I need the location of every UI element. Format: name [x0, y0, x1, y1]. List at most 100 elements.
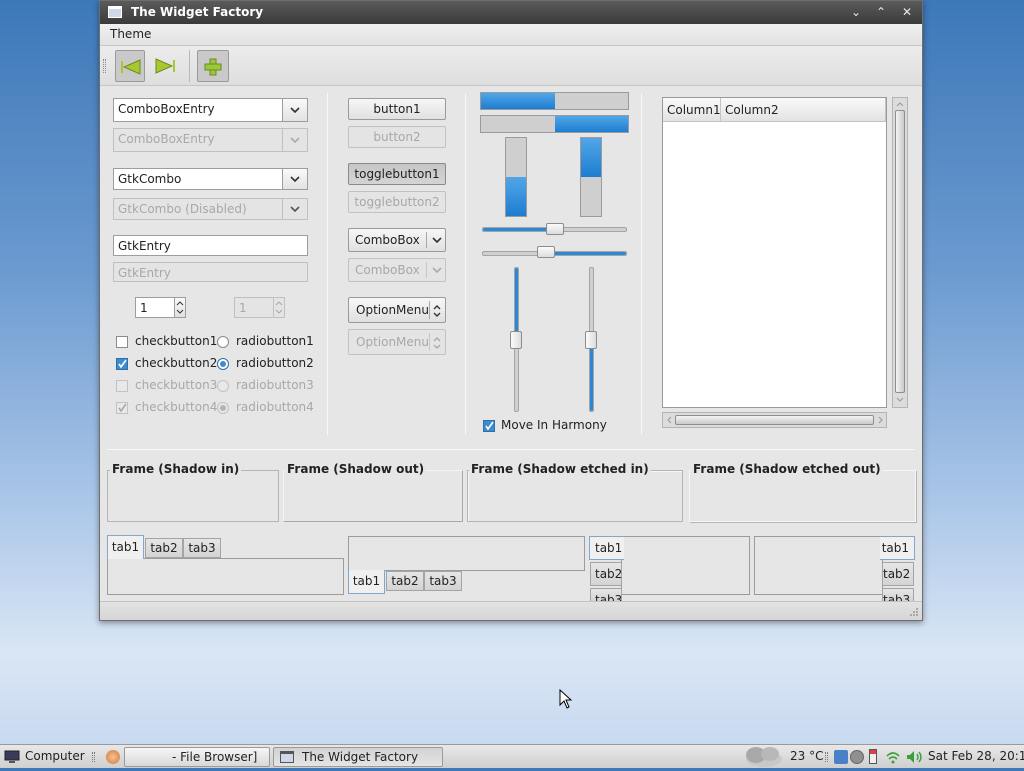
notebook-right-tab2[interactable]: tab2: [882, 562, 914, 586]
file-browser-label: - File Browser]: [172, 750, 258, 764]
progressbar-fill: [554, 116, 628, 132]
minimize-icon[interactable]: ⌄: [847, 4, 865, 21]
comboboxentry-input[interactable]: ComboBoxEntry: [113, 98, 283, 122]
forward-button[interactable]: [150, 50, 180, 82]
title-bar[interactable]: The Widget Factory ⌄ ⌃ ✕: [100, 1, 922, 24]
progressbar-horizontal-1: [480, 92, 629, 110]
radiobutton2-label[interactable]: radiobutton2: [236, 356, 314, 370]
togglebutton2: togglebutton2: [348, 191, 446, 213]
gtkcombo-dropdown[interactable]: [283, 168, 308, 190]
notebook-bottom-tab3[interactable]: tab3: [424, 571, 462, 591]
battery-icon[interactable]: [869, 749, 877, 764]
checkbutton1-label[interactable]: checkbutton1: [135, 334, 217, 348]
scroll-left-icon: [667, 416, 672, 424]
taskbar: Computer - File Browser] The Widget Fact…: [0, 744, 1024, 768]
button1[interactable]: button1: [348, 98, 446, 120]
notebook-top-tab3[interactable]: tab3: [183, 538, 221, 558]
gtkcombo-disabled-dropdown: [283, 198, 308, 220]
toolbar-grip[interactable]: [103, 59, 106, 73]
radiobutton1-label[interactable]: radiobutton1: [236, 334, 314, 348]
tree-horizontal-scrollbar[interactable]: [662, 412, 887, 428]
gtkentry-input[interactable]: GtkEntry: [113, 235, 308, 256]
notebook-right-panel: [754, 536, 883, 595]
back-button[interactable]: [115, 50, 145, 82]
column-separator: [641, 93, 642, 435]
checkbutton2-box[interactable]: [116, 358, 128, 370]
notebook-left-tab3[interactable]: tab3: [590, 588, 622, 601]
add-button[interactable]: [197, 50, 229, 82]
move-in-harmony-checkbox[interactable]: [483, 420, 495, 432]
chevron-down-icon: [290, 176, 300, 183]
scale-horizontal-1-slider[interactable]: [545, 223, 564, 235]
resize-grip-icon[interactable]: [908, 606, 919, 617]
clock-label[interactable]: Sat Feb 28, 20:13: [928, 749, 1024, 763]
go-forward-icon: [155, 58, 175, 74]
notebook-bottom-panel: [348, 536, 585, 571]
up-down-arrows-icon: [433, 305, 441, 317]
maximize-icon[interactable]: ⌃: [872, 4, 890, 21]
column1-header[interactable]: Column1: [663, 98, 721, 122]
gtkcombo-input[interactable]: GtkCombo: [113, 168, 283, 190]
notebook-bottom-tab2[interactable]: tab2: [386, 571, 424, 591]
radiobutton3-circle: [217, 380, 229, 392]
wifi-icon[interactable]: [885, 750, 901, 764]
computer-menu-button[interactable]: Computer: [0, 745, 88, 768]
spin-buttons[interactable]: [175, 297, 186, 318]
combobox-button[interactable]: ComboBox: [348, 228, 446, 252]
taskbar-file-browser[interactable]: - File Browser]: [124, 747, 270, 767]
taskbar-widget-factory[interactable]: The Widget Factory: [273, 747, 443, 767]
radiobutton1-circle[interactable]: [217, 336, 229, 348]
radiobutton3-label: radiobutton3: [236, 378, 314, 392]
scale-vertical-2-slider[interactable]: [585, 330, 597, 349]
notebook-top-tab2[interactable]: tab2: [145, 538, 183, 558]
update-icon[interactable]: [834, 750, 848, 764]
combobox-disabled-button: ComboBox: [348, 258, 446, 282]
tree-vertical-scrollbar[interactable]: [892, 97, 908, 408]
scale-horizontal-2-trough[interactable]: [482, 251, 627, 256]
notebook-bottom-tab1[interactable]: tab1: [348, 570, 385, 594]
scroll-down-icon: [896, 397, 904, 402]
window-icon: [108, 6, 122, 18]
comboboxentry-dropdown[interactable]: [283, 98, 308, 122]
mouse-cursor-icon: [559, 689, 573, 709]
close-icon[interactable]: ✕: [898, 4, 916, 21]
notebook-right-tab3[interactable]: tab3: [882, 588, 914, 601]
scale-vertical-1-slider[interactable]: [510, 330, 522, 349]
frame-shadow-out: [283, 470, 463, 522]
scale-fill: [590, 338, 593, 411]
notebook-top-tab1[interactable]: tab1: [107, 535, 144, 559]
frame-shadow-etched-out-title: Frame (Shadow etched out): [691, 462, 883, 476]
chevron-down-icon: [432, 237, 442, 244]
notebook-top-panel: [107, 558, 344, 595]
checkbutton4-label: checkbutton4: [135, 400, 218, 414]
notebook-left-tab2[interactable]: tab2: [590, 562, 622, 586]
launcher-icon[interactable]: [106, 750, 120, 764]
tree-vertical-scroll-thumb[interactable]: [895, 110, 905, 393]
scroll-up-icon: [896, 102, 904, 107]
tree-horizontal-scroll-thumb[interactable]: [675, 415, 874, 425]
notebook-right-tab1[interactable]: tab1: [880, 536, 915, 560]
frame-shadow-etched-in-title: Frame (Shadow etched in): [469, 462, 651, 476]
spin-input[interactable]: 1: [135, 297, 175, 318]
scale-horizontal-2-slider[interactable]: [536, 246, 555, 258]
progressbar-fill: [506, 177, 526, 216]
frame-shadow-etched-in: [467, 470, 683, 522]
togglebutton1[interactable]: togglebutton1: [348, 163, 446, 185]
move-in-harmony-label[interactable]: Move In Harmony: [501, 418, 607, 432]
temperature-label[interactable]: 23 °C: [790, 749, 823, 763]
column2-header[interactable]: Column2: [721, 98, 886, 122]
computer-label: Computer: [25, 749, 85, 763]
weather-icon[interactable]: [738, 745, 786, 768]
menu-theme[interactable]: Theme: [110, 27, 151, 41]
progressbar-fill: [481, 93, 555, 109]
notebook-left-tab1[interactable]: tab1: [589, 536, 624, 560]
radiobutton2-circle[interactable]: [217, 358, 229, 370]
optionmenu-button[interactable]: OptionMenu: [348, 297, 446, 323]
checkbutton2-label[interactable]: checkbutton2: [135, 356, 217, 370]
tree-view[interactable]: Column1 Column2: [662, 97, 887, 408]
volume-icon[interactable]: [906, 750, 924, 764]
scale-fill: [553, 252, 626, 255]
disk-icon[interactable]: [850, 750, 864, 764]
comboboxentry-disabled-dropdown: [283, 128, 308, 152]
checkbutton1-box[interactable]: [116, 336, 128, 348]
